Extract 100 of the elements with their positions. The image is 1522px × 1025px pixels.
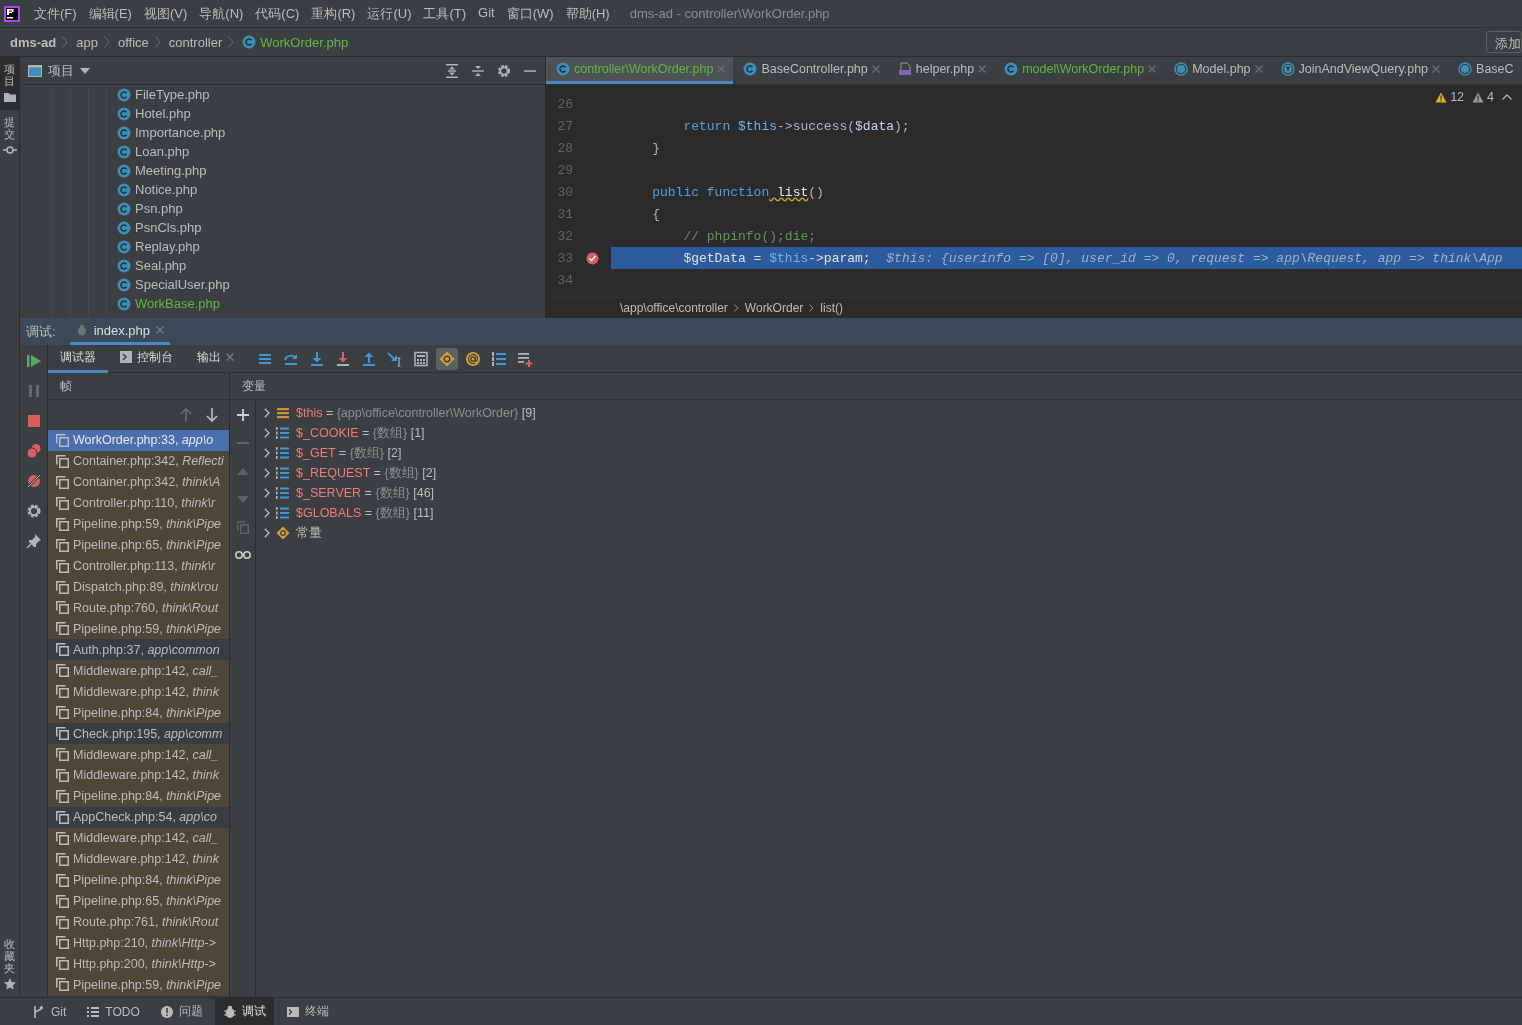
- stack-frame[interactable]: Pipeline.php:59, think\Pipe: [48, 513, 229, 535]
- editor-tab[interactable]: BaseC: [1448, 57, 1522, 84]
- menu-item[interactable]: Git: [472, 4, 501, 23]
- stack-frame[interactable]: Container.php:342, Reflecti: [48, 450, 229, 472]
- expand-all-icon[interactable]: [445, 63, 459, 78]
- menu-item[interactable]: 文件(F): [28, 4, 83, 23]
- file-tree-item[interactable]: Importance.php: [117, 123, 545, 142]
- stack-frame[interactable]: Container.php:342, think\A: [48, 471, 229, 493]
- file-tree-item[interactable]: SpecialUser.php: [117, 275, 545, 294]
- add-config-button[interactable]: 添加: [1486, 31, 1522, 53]
- breadcrumb-link[interactable]: WorkOrder.php: [242, 34, 349, 50]
- side-tab[interactable]: 提交: [0, 110, 19, 164]
- file-tree-item[interactable]: PsnCls.php: [117, 218, 545, 237]
- breadcrumb-link[interactable]: list(): [820, 301, 843, 315]
- settings-button[interactable]: [25, 503, 42, 519]
- close-icon[interactable]: [226, 353, 234, 361]
- stack-frame[interactable]: Pipeline.php:59, think\Pipe: [48, 618, 229, 640]
- debug-tab[interactable]: 输出: [185, 344, 246, 373]
- panel-title: 帧: [60, 377, 72, 395]
- editor-tab[interactable]: Model.php: [1164, 57, 1271, 84]
- editor-tab[interactable]: JoinAndViewQuery.php: [1270, 57, 1449, 84]
- file-tree-item[interactable]: Replay.php: [117, 237, 545, 256]
- file-tree-item[interactable]: Seal.php: [117, 256, 545, 275]
- breadcrumb-link[interactable]: controller: [168, 34, 223, 50]
- stack-frame[interactable]: Pipeline.php:59, think\Pipe: [48, 974, 229, 996]
- stack-frame[interactable]: Http.php:200, think\Http->: [48, 953, 229, 975]
- breadcrumb-link[interactable]: dms-ad: [10, 34, 57, 50]
- file-tree-item[interactable]: Loan.php: [117, 142, 545, 161]
- resume-button[interactable]: [25, 353, 42, 369]
- tool-window-tab[interactable]: Git: [24, 998, 75, 1025]
- stack-frame[interactable]: WorkOrder.php:33, app\o: [48, 430, 229, 451]
- frame-label: Route.php:760, think\Rout: [73, 600, 219, 615]
- breadcrumb-link[interactable]: WorkOrder: [744, 301, 804, 315]
- menu-item[interactable]: 运行(U): [361, 4, 418, 23]
- stack-frame[interactable]: Pipeline.php:84, think\Pipe: [48, 702, 229, 724]
- stack-frame[interactable]: Middleware.php:142, call_: [48, 744, 229, 765]
- mute-button[interactable]: [25, 473, 42, 489]
- warning-count: 4: [1487, 90, 1494, 104]
- menu-item[interactable]: 工具(T): [417, 4, 473, 23]
- breadcrumb-link[interactable]: office: [117, 34, 149, 50]
- pin-button[interactable]: [25, 533, 42, 549]
- stack-frame[interactable]: Middleware.php:142, call_: [48, 660, 229, 682]
- side-tab[interactable]: 项目: [0, 57, 19, 111]
- stack-frame[interactable]: Route.php:760, think\Rout: [48, 597, 229, 619]
- breadcrumb-link[interactable]: app: [76, 34, 98, 50]
- down-button[interactable]: [205, 408, 219, 422]
- class-icon: [117, 201, 131, 216]
- stack-frame[interactable]: Middleware.php:142, think: [48, 848, 229, 870]
- chevron-up-icon[interactable]: [1502, 94, 1512, 100]
- stack-frame[interactable]: Pipeline.php:84, think\Pipe: [48, 785, 229, 807]
- toolbar-button[interactable]: [436, 347, 458, 370]
- settings-icon[interactable]: [497, 63, 511, 78]
- menu-item[interactable]: 帮助(H): [559, 4, 616, 23]
- stop-button[interactable]: [25, 413, 42, 429]
- warning-icon[interactable]: [1435, 91, 1448, 103]
- file-tree-item[interactable]: Meeting.php: [117, 161, 545, 180]
- warning-icon[interactable]: [1472, 91, 1485, 103]
- stack-frame[interactable]: Middleware.php:142, call_: [48, 827, 229, 849]
- tool-window-tab[interactable]: 终端: [277, 998, 337, 1025]
- breadcrumb-link[interactable]: \app\office\controller: [620, 301, 728, 315]
- file-tree-item[interactable]: FileType.php: [117, 85, 545, 104]
- session-tab[interactable]: index.php: [69, 318, 170, 345]
- stack-frame[interactable]: Pipeline.php:84, think\Pipe: [48, 869, 229, 891]
- panel-title[interactable]: 项目: [48, 61, 74, 80]
- file-tree-item[interactable]: Psn.php: [117, 199, 545, 218]
- stack-frame[interactable]: Controller.php:110, think\r: [48, 492, 229, 514]
- breakpoint-icon[interactable]: [585, 251, 599, 265]
- tool-window-tab[interactable]: 问题: [151, 998, 211, 1025]
- side-tab[interactable]: 收藏夹: [0, 931, 19, 997]
- editor-tab[interactable]: controller\WorkOrder.php: [546, 57, 734, 84]
- tool-window-tab[interactable]: TODO: [78, 998, 148, 1025]
- menu-item[interactable]: 重构(R): [305, 4, 362, 23]
- editor-tab[interactable]: BaseController.php: [733, 57, 888, 84]
- stack-frame[interactable]: Controller.php:113, think\r: [48, 555, 229, 577]
- editor-tab[interactable]: model\WorkOrder.php: [994, 57, 1165, 84]
- stack-frame[interactable]: Route.php:761, think\Rout: [48, 911, 229, 933]
- tool-window-tab[interactable]: 调试: [214, 998, 274, 1025]
- menu-item[interactable]: 代码(C): [249, 4, 306, 23]
- editor-tab[interactable]: helper.php: [887, 57, 995, 84]
- breakpoints-button[interactable]: [25, 443, 42, 459]
- collapse-all-icon[interactable]: [471, 63, 485, 78]
- stack-frame[interactable]: Pipeline.php:65, think\Pipe: [48, 534, 229, 556]
- menu-item[interactable]: 窗口(W): [500, 4, 560, 23]
- file-tree-item[interactable]: Notice.php: [117, 180, 545, 199]
- frame-label: WorkOrder.php:33, app\o: [73, 433, 214, 448]
- stack-frame[interactable]: Middleware.php:142, think: [48, 681, 229, 703]
- stack-frame[interactable]: Dispatch.php:89, think\rou: [48, 576, 229, 598]
- debug-tab[interactable]: 调试器: [48, 344, 108, 373]
- menu-item[interactable]: 编辑(E): [82, 4, 138, 23]
- debug-tab[interactable]: 控制台: [108, 344, 185, 373]
- caret-icon[interactable]: [80, 67, 90, 74]
- menu-item[interactable]: 视图(V): [137, 4, 194, 23]
- stack-frame[interactable]: Pipeline.php:65, think\Pipe: [48, 890, 229, 912]
- stack-frame[interactable]: Http.php:210, think\Http->: [48, 932, 229, 954]
- file-tree-item[interactable]: Hotel.php: [117, 104, 545, 123]
- frame-label: Middleware.php:142, call_: [73, 747, 219, 762]
- file-tree-item[interactable]: WorkBase.php: [117, 294, 545, 313]
- frame-label: Route.php:761, think\Rout: [73, 915, 219, 930]
- stack-frame[interactable]: Middleware.php:142, think: [48, 765, 229, 786]
- menu-item[interactable]: 导航(N): [193, 4, 250, 23]
